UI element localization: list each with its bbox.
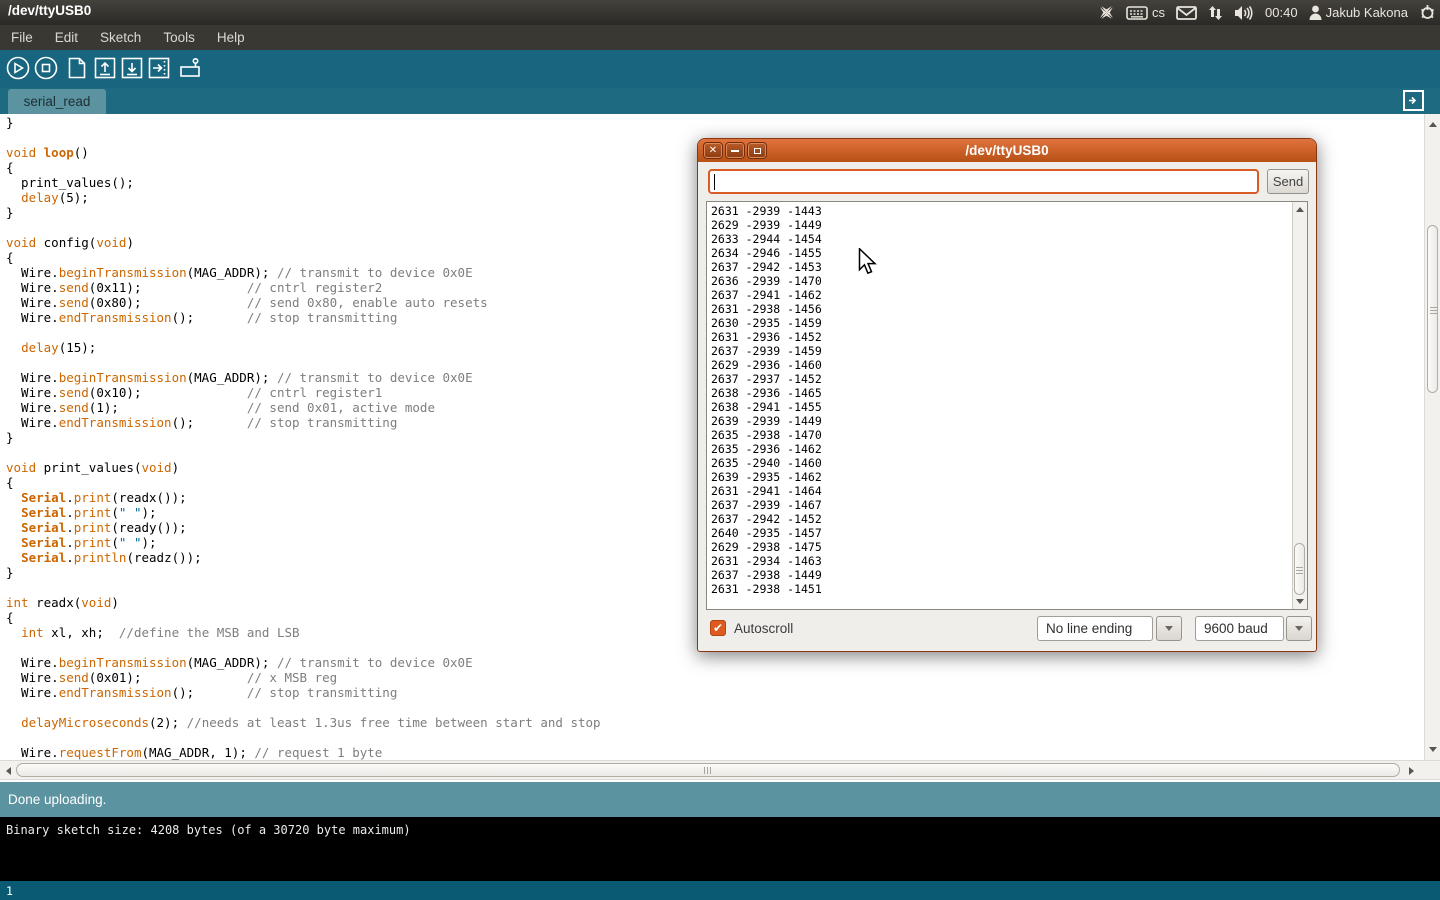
baud-rate-select[interactable]: 9600 baud xyxy=(1195,616,1284,641)
panel-indicators: cs 00:40 Jakub Kakona xyxy=(1098,0,1436,25)
line-indicator: 1 xyxy=(6,884,13,898)
user-menu[interactable]: Jakub Kakona xyxy=(1309,5,1408,20)
minimize-button[interactable] xyxy=(726,143,744,158)
keyboard-icon xyxy=(1126,6,1148,20)
menu-tools[interactable]: Tools xyxy=(152,27,206,48)
indicator-pinwheel-icon[interactable] xyxy=(1098,4,1115,21)
maximize-icon xyxy=(754,148,761,154)
tab-serial-read[interactable]: serial_read xyxy=(8,89,106,114)
text-caret xyxy=(714,174,715,190)
upload-right-arrow-icon xyxy=(147,56,171,80)
tab-bar: serial_read xyxy=(0,88,1440,114)
window-controls: ✕ xyxy=(704,143,766,158)
new-document-icon xyxy=(65,56,89,80)
username-label: Jakub Kakona xyxy=(1326,5,1408,20)
clock-label[interactable]: 00:40 xyxy=(1265,5,1298,20)
power-gear-icon[interactable] xyxy=(1419,4,1436,21)
console-line: Binary sketch size: 4208 bytes (of a 307… xyxy=(6,823,411,837)
chevron-down-icon xyxy=(1295,626,1303,631)
chevron-down-icon xyxy=(1165,626,1173,631)
toolbar xyxy=(0,50,1440,88)
serial-scroll-up-icon[interactable] xyxy=(1296,207,1304,212)
tab-label: serial_read xyxy=(24,94,91,109)
serial-scrollbar[interactable] xyxy=(1292,202,1307,609)
verify-play-icon xyxy=(5,55,31,81)
serial-scroll-down-icon[interactable] xyxy=(1296,599,1304,604)
menubar: File Edit Sketch Tools Help xyxy=(0,25,1440,50)
volume-icon[interactable] xyxy=(1234,5,1254,21)
scroll-right-arrow-icon[interactable] xyxy=(1409,767,1414,775)
serial-monitor-title: /dev/ttyUSB0 xyxy=(965,143,1048,158)
editor-vertical-scrollbar[interactable] xyxy=(1424,114,1440,760)
autoscroll-label: Autoscroll xyxy=(734,621,793,636)
minimize-icon xyxy=(731,150,739,152)
serial-monitor-button[interactable] xyxy=(177,55,203,81)
editor-horizontal-scrollbar[interactable] xyxy=(0,760,1440,780)
top-panel: /dev/ttyUSB0 cs 00:40 Jakub Kakona xyxy=(0,0,1440,25)
baud-dropdown-button[interactable] xyxy=(1286,616,1312,641)
baud-rate-value: 9600 baud xyxy=(1204,621,1268,636)
save-down-arrow-icon xyxy=(120,56,144,80)
scroll-left-arrow-icon[interactable] xyxy=(6,767,11,775)
menu-edit[interactable]: Edit xyxy=(44,27,89,48)
close-button[interactable]: ✕ xyxy=(704,143,722,158)
tab-menu-button[interactable] xyxy=(1403,90,1424,111)
serial-monitor-window: /dev/ttyUSB0 ✕ Send 2631 -2939 -14432629… xyxy=(697,138,1317,652)
line-ending-dropdown-button[interactable] xyxy=(1156,616,1182,641)
open-up-arrow-icon xyxy=(93,56,117,80)
scroll-up-arrow-icon[interactable] xyxy=(1429,122,1437,127)
save-button[interactable] xyxy=(119,55,145,81)
build-console: Binary sketch size: 4208 bytes (of a 307… xyxy=(0,817,1440,881)
user-icon xyxy=(1309,5,1322,20)
serial-scroll-thumb[interactable] xyxy=(1294,543,1305,595)
serial-monitor-titlebar[interactable]: /dev/ttyUSB0 xyxy=(698,139,1316,162)
serial-send-input[interactable] xyxy=(708,169,1259,194)
keyboard-layout-label: cs xyxy=(1152,5,1165,20)
mouse-cursor-icon xyxy=(858,248,879,280)
tab-menu-arrow-icon xyxy=(1407,94,1420,107)
send-button-label: Send xyxy=(1273,174,1303,189)
verify-button[interactable] xyxy=(5,55,31,81)
serial-output-area[interactable]: 2631 -2939 -14432629 -2939 -14492633 -29… xyxy=(706,201,1308,610)
line-ending-value: No line ending xyxy=(1046,621,1132,636)
status-message: Done uploading. xyxy=(8,792,106,807)
code-lines: } void loop(){ print_values(); delay(5);… xyxy=(6,115,601,760)
editor-hscroll-thumb[interactable] xyxy=(16,763,1400,777)
status-band: Done uploading. xyxy=(0,782,1440,817)
stop-button[interactable] xyxy=(33,55,59,81)
line-ending-select[interactable]: No line ending xyxy=(1037,616,1153,641)
serial-output-lines: 2631 -2939 -14432629 -2939 -14492633 -29… xyxy=(711,204,822,596)
maximize-button[interactable] xyxy=(748,143,766,158)
network-arrows-icon[interactable] xyxy=(1208,5,1223,21)
line-number-strip: 1 xyxy=(0,881,1440,900)
menu-help[interactable]: Help xyxy=(206,27,256,48)
autoscroll-checkbox[interactable]: ✔ xyxy=(710,620,726,636)
new-sketch-button[interactable] xyxy=(64,55,90,81)
keyboard-indicator[interactable]: cs xyxy=(1126,5,1165,20)
mail-icon[interactable] xyxy=(1176,6,1197,20)
serial-monitor-icon xyxy=(177,55,203,81)
stop-square-icon xyxy=(33,55,59,81)
close-icon: ✕ xyxy=(709,146,717,156)
desktop: /dev/ttyUSB0 cs 00:40 Jakub Kakona xyxy=(0,0,1440,900)
editor-vscroll-thumb[interactable] xyxy=(1427,225,1438,393)
menu-file[interactable]: File xyxy=(0,27,44,48)
send-button[interactable]: Send xyxy=(1267,169,1309,194)
open-button[interactable] xyxy=(92,55,118,81)
window-title: /dev/ttyUSB0 xyxy=(8,3,91,18)
serial-monitor-footer: ✔ Autoscroll No line ending 9600 baud xyxy=(698,610,1316,652)
menu-sketch[interactable]: Sketch xyxy=(89,27,152,48)
upload-button[interactable] xyxy=(146,55,172,81)
scroll-down-arrow-icon[interactable] xyxy=(1429,747,1437,752)
